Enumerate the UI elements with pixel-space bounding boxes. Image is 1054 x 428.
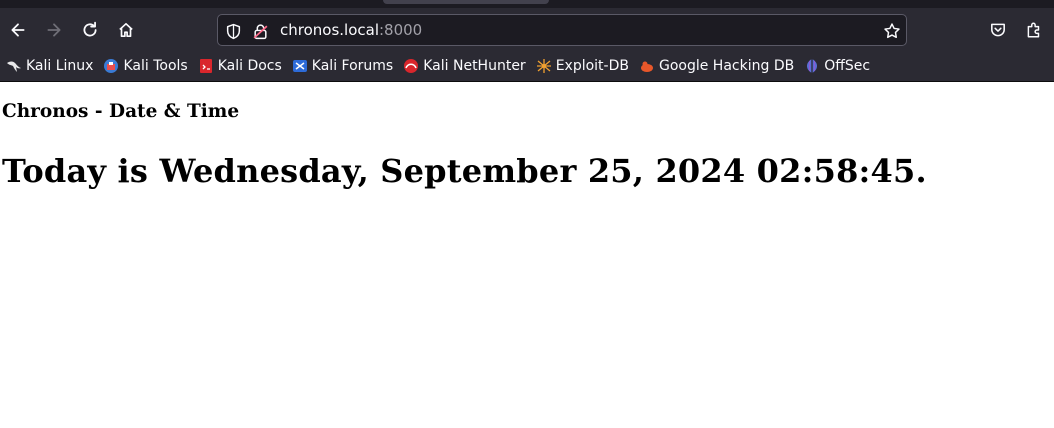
navigation-toolbar: chronos.local:8000 [0,8,1054,51]
forward-button[interactable] [36,14,72,46]
page-content: Chronos - Date & Time Today is Wednesday… [0,101,1054,190]
bookmark-star-icon[interactable] [882,21,902,41]
kali-dragon-icon [7,61,21,72]
extensions-button[interactable] [1016,14,1052,46]
url-text[interactable]: chronos.local:8000 [280,21,422,39]
bookmark-label: Kali Linux [26,58,94,74]
kali-nethunter-icon [404,59,419,73]
home-button[interactable] [108,14,144,46]
active-tab[interactable] [383,0,549,4]
bookmark-kali-forums[interactable]: Kali Forums [292,54,397,78]
bookmark-label: Kali Forums [311,58,394,74]
bookmark-kali-linux[interactable]: Kali Linux [6,54,97,78]
bookmark-label: Kali NetHunter [423,58,526,74]
kali-tools-icon [104,59,119,73]
pocket-button[interactable] [980,14,1016,46]
kali-forums-icon [292,60,307,72]
url-bar[interactable]: chronos.local:8000 [217,14,907,46]
bookmark-exploit-db[interactable]: Exploit-DB [536,54,633,78]
bookmark-label: Kali Docs [217,58,282,74]
bookmark-offsec[interactable]: OffSec [804,54,874,78]
reload-icon [83,21,97,37]
bookmark-google-hacking-db[interactable]: Google Hacking DB [639,54,798,78]
forward-arrow-icon [47,23,61,37]
bookmarks-toolbar: Kali Linux Kali Tools Kali Docs Kali For… [0,51,1054,82]
kali-docs-icon [199,59,212,73]
back-button[interactable] [0,14,36,46]
insecure-lock-icon[interactable] [250,21,270,41]
extensions-puzzle-icon [1027,22,1040,38]
bookmark-kali-nethunter[interactable]: Kali NetHunter [403,54,529,78]
site-title: Chronos - Date & Time [2,101,240,122]
tracking-protection-shield-icon[interactable] [223,21,243,41]
bookmark-label: Exploit-DB [555,58,629,74]
home-icon [119,22,133,38]
bookmark-label: Google Hacking DB [658,58,795,74]
current-datetime-headline: Today is Wednesday, September 25, 2024 0… [2,152,927,190]
bookmark-label: OffSec [824,58,871,74]
reload-button[interactable] [72,14,108,46]
back-arrow-icon [11,23,25,37]
google-hacking-db-icon [640,61,653,72]
offsec-icon [807,59,818,73]
tab-strip [0,0,1054,8]
bookmark-label: Kali Tools [123,58,188,74]
bookmark-kali-docs[interactable]: Kali Docs [198,54,286,78]
pocket-icon [991,23,1005,37]
url-host: chronos.local [280,21,379,39]
exploit-db-icon [536,59,551,73]
browser-chrome: chronos.local:8000 Kali Linux Kali Tools… [0,0,1054,82]
url-port: :8000 [379,21,423,39]
bookmark-kali-tools[interactable]: Kali Tools [103,54,191,78]
